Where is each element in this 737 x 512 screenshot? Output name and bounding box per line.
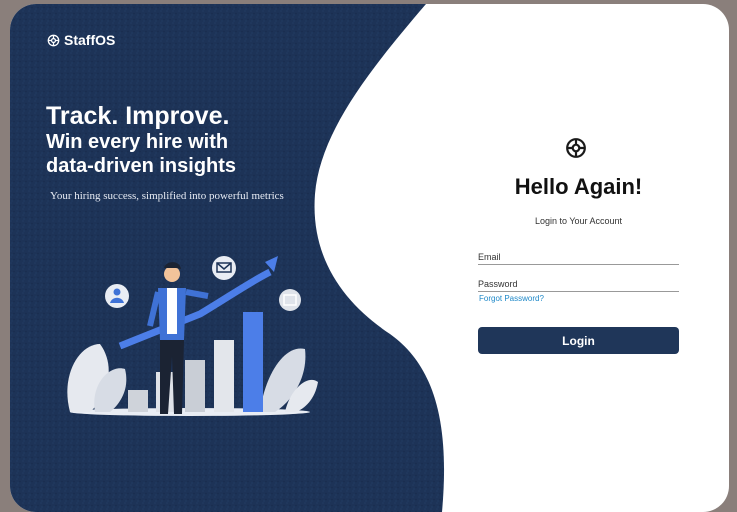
hero-tagline: Your hiring success, simplified into pow…: [50, 190, 284, 202]
growth-illustration: [67, 256, 318, 416]
mail-icon: [279, 289, 301, 311]
headline-line-2: Win every hire with: [46, 131, 229, 153]
hero-headline: Track. Improve. Win every hire with data…: [46, 102, 236, 178]
staffos-logo-icon: [47, 34, 60, 46]
email-field: [478, 248, 679, 265]
email-input[interactable]: [478, 252, 679, 264]
chat-bubble-icon: [212, 256, 236, 280]
headline-line-3: data-driven insights: [46, 155, 237, 177]
login-button[interactable]: Login: [478, 327, 679, 354]
staffos-mark-icon: [566, 138, 586, 158]
brand-name: StaffOS: [64, 32, 116, 48]
brand-logo[interactable]: StaffOS: [47, 32, 115, 48]
login-title: Hello Again!: [514, 174, 643, 199]
bar-chart-icon: [128, 312, 263, 412]
login-card: StaffOS Track. Improve. Win every hire w…: [10, 4, 729, 512]
password-field: [478, 275, 679, 292]
password-input[interactable]: [478, 279, 679, 291]
user-avatar-icon: [105, 284, 129, 308]
login-subtitle: Login to Your Account: [534, 216, 623, 226]
headline-line-1: Track. Improve.: [46, 102, 230, 130]
arrow-head-icon: [265, 256, 278, 272]
forgot-password-link[interactable]: Forgot Password?: [479, 294, 544, 303]
